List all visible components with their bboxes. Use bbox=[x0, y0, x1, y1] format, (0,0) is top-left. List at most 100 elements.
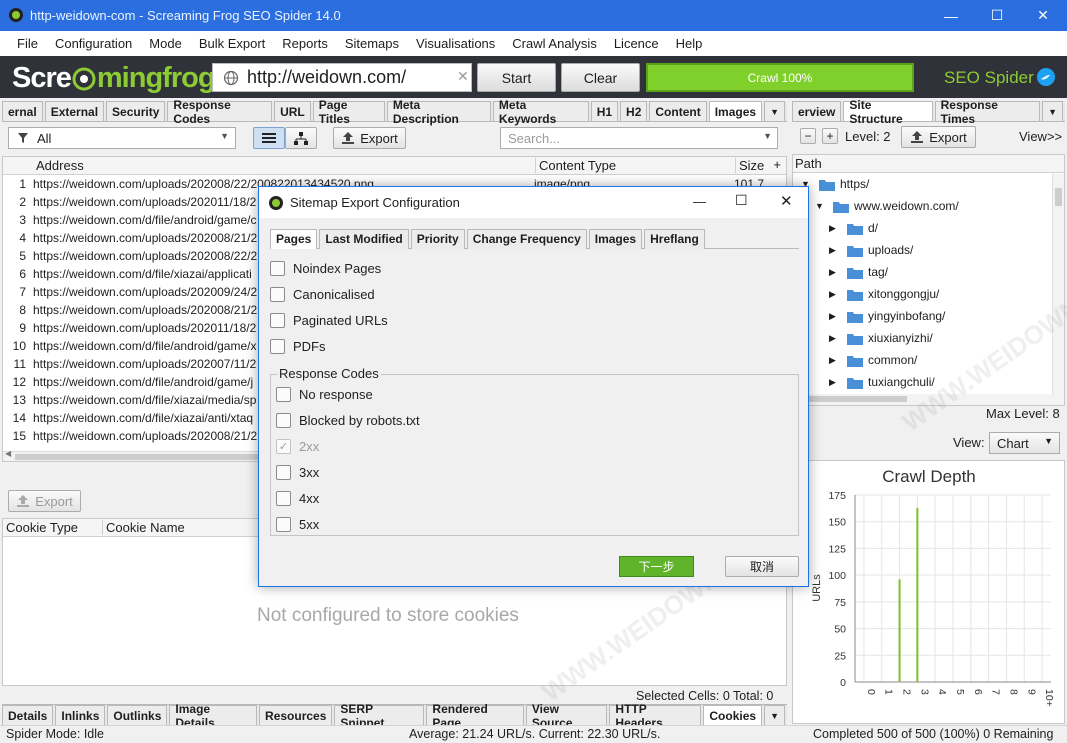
path-header[interactable]: Path bbox=[793, 155, 1064, 173]
canonicalised-checkbox[interactable]: Canonicalised bbox=[270, 281, 388, 307]
collapsed-arrow-icon[interactable]: ▶ bbox=[829, 245, 841, 256]
tree-node[interactable]: ▶ uploads/ bbox=[793, 239, 1064, 261]
checkbox-box[interactable] bbox=[276, 412, 291, 428]
menu-configuration[interactable]: Configuration bbox=[55, 36, 132, 51]
tab-details[interactable]: Details bbox=[2, 705, 54, 725]
tabs-overflow-dropdown[interactable]: ▼ bbox=[764, 101, 785, 121]
tree-node[interactable]: ▶ yingyinbofang/ bbox=[793, 305, 1064, 327]
export-button[interactable]: Export bbox=[333, 127, 406, 149]
clear-url-icon[interactable]: ✕ bbox=[457, 68, 469, 85]
menu-visualisations[interactable]: Visualisations bbox=[416, 36, 495, 51]
response-code-checkbox[interactable]: 3xx bbox=[276, 459, 420, 485]
add-column-icon[interactable]: + bbox=[773, 157, 781, 172]
checkbox-box[interactable] bbox=[276, 464, 291, 480]
tab-external[interactable]: External bbox=[44, 101, 105, 121]
dialog-tab-priority[interactable]: Priority bbox=[410, 228, 465, 249]
col-address[interactable]: Address bbox=[36, 158, 536, 173]
tree-view-button[interactable] bbox=[285, 127, 317, 149]
checkbox-box[interactable] bbox=[276, 386, 291, 402]
menu-file[interactable]: File bbox=[17, 36, 38, 51]
list-view-button[interactable] bbox=[253, 127, 285, 149]
tab-meta-keywords[interactable]: Meta Keywords bbox=[492, 98, 589, 126]
dialog-tab-last-modified[interactable]: Last Modified bbox=[319, 228, 409, 249]
dialog-tab-pages[interactable]: Pages bbox=[270, 228, 318, 249]
collapsed-arrow-icon[interactable]: ▶ bbox=[829, 223, 841, 234]
menu-sitemaps[interactable]: Sitemaps bbox=[345, 36, 399, 51]
cancel-button[interactable]: 取消 bbox=[725, 556, 799, 577]
col-cookie-type[interactable]: Cookie Type bbox=[3, 520, 103, 535]
col-content-type[interactable]: Content Type bbox=[536, 158, 736, 173]
filter-select[interactable]: All ▼ bbox=[8, 127, 236, 149]
dialog-tab-hreflang[interactable]: Hreflang bbox=[644, 228, 705, 249]
tab-meta-description[interactable]: Meta Description bbox=[386, 98, 491, 126]
menu-mode[interactable]: Mode bbox=[149, 36, 182, 51]
right-tabs-dropdown[interactable]: ▼ bbox=[1042, 101, 1063, 121]
tab-image-details[interactable]: Image Details bbox=[169, 702, 258, 730]
expanded-arrow-icon[interactable]: ▼ bbox=[815, 201, 827, 211]
menu-licence[interactable]: Licence bbox=[614, 36, 659, 51]
minimize-button[interactable]: — bbox=[928, 0, 974, 31]
menu-bulk-export[interactable]: Bulk Export bbox=[199, 36, 265, 51]
checkbox-box[interactable] bbox=[270, 286, 285, 302]
tree-node[interactable]: ▶ common/ bbox=[793, 349, 1064, 371]
dialog-minimize-button[interactable]: — bbox=[693, 194, 706, 209]
expand-icon[interactable]: + bbox=[822, 128, 838, 144]
tab-content[interactable]: Content bbox=[649, 101, 707, 121]
tab-internal[interactable]: ernal bbox=[2, 101, 43, 121]
twitter-icon[interactable] bbox=[1036, 67, 1056, 87]
tab-response-times[interactable]: Response Times bbox=[934, 98, 1041, 126]
tab-outlinks[interactable]: Outlinks bbox=[107, 705, 168, 725]
tab-h1[interactable]: H1 bbox=[590, 101, 619, 121]
paginated-urls-checkbox[interactable]: Paginated URLs bbox=[270, 307, 388, 333]
checkbox-box[interactable] bbox=[276, 516, 291, 532]
dialog-tab-images[interactable]: Images bbox=[588, 228, 643, 249]
tab-images[interactable]: Images bbox=[708, 101, 763, 121]
tree-node[interactable]: ▶ tuxiangchuli/ bbox=[793, 371, 1064, 393]
tab-h2[interactable]: H2 bbox=[620, 101, 648, 121]
tab-cookies[interactable]: Cookies bbox=[703, 705, 763, 725]
tab-site-structure[interactable]: Site Structure bbox=[843, 98, 933, 126]
tree-node[interactable]: ▶ xitonggongju/ bbox=[793, 283, 1064, 305]
maximize-button[interactable]: ☐ bbox=[974, 0, 1020, 31]
collapsed-arrow-icon[interactable]: ▶ bbox=[829, 355, 841, 366]
tree-node[interactable]: ▶ d/ bbox=[793, 217, 1064, 239]
close-window-button[interactable]: ✕ bbox=[1020, 0, 1066, 31]
pdfs-checkbox[interactable]: PDFs bbox=[270, 333, 388, 359]
next-button[interactable]: 下一步 bbox=[619, 556, 694, 577]
tab-serp-snippet[interactable]: SERP Snippet bbox=[334, 702, 425, 730]
search-input[interactable]: Search... ▼ bbox=[500, 127, 778, 149]
checkbox-box[interactable] bbox=[276, 490, 291, 506]
tree-node[interactable]: ▼ www.weidown.com/ bbox=[793, 195, 1064, 217]
collapsed-arrow-icon[interactable]: ▶ bbox=[829, 311, 841, 322]
menu-crawl-analysis[interactable]: Crawl Analysis bbox=[512, 36, 597, 51]
chevron-down-icon[interactable]: ▼ bbox=[763, 131, 772, 141]
tab-http-headers[interactable]: HTTP Headers bbox=[609, 702, 702, 730]
checkbox-box[interactable] bbox=[270, 260, 285, 276]
chart-view-select[interactable]: Chart ▼ bbox=[989, 432, 1060, 454]
response-code-checkbox[interactable]: 5xx bbox=[276, 511, 420, 537]
lower-export-button[interactable]: Export bbox=[8, 490, 81, 512]
tab-inlinks[interactable]: Inlinks bbox=[55, 705, 106, 725]
checkbox-box[interactable] bbox=[270, 312, 285, 328]
response-code-checkbox[interactable]: No response bbox=[276, 381, 420, 407]
checkbox-box[interactable] bbox=[270, 338, 285, 354]
col-size[interactable]: Size bbox=[736, 158, 764, 173]
scroll-thumb[interactable] bbox=[15, 454, 265, 460]
bottom-tabs-dropdown[interactable]: ▼ bbox=[764, 705, 785, 725]
tree-node[interactable]: ▼ https/ bbox=[793, 173, 1064, 195]
menu-help[interactable]: Help bbox=[676, 36, 703, 51]
tree-node[interactable]: ▶ tag/ bbox=[793, 261, 1064, 283]
right-export-button[interactable]: Export bbox=[901, 126, 976, 148]
url-input[interactable]: http://weidown.com/ ✕ bbox=[212, 63, 472, 92]
tree-horizontal-scrollbar[interactable] bbox=[793, 394, 1064, 405]
collapsed-arrow-icon[interactable]: ▶ bbox=[829, 289, 841, 300]
col-cookie-name[interactable]: Cookie Name bbox=[103, 520, 185, 535]
tab-resources[interactable]: Resources bbox=[259, 705, 333, 725]
collapsed-arrow-icon[interactable]: ▶ bbox=[829, 377, 841, 388]
tab-url[interactable]: URL bbox=[274, 101, 311, 121]
response-code-checkbox[interactable]: Blocked by robots.txt bbox=[276, 407, 420, 433]
dialog-tab-change-frequency[interactable]: Change Frequency bbox=[466, 228, 587, 249]
tree-vertical-scrollbar[interactable] bbox=[1052, 174, 1064, 394]
tab-rendered-page[interactable]: Rendered Page bbox=[426, 702, 524, 730]
tab-security[interactable]: Security bbox=[106, 101, 166, 121]
